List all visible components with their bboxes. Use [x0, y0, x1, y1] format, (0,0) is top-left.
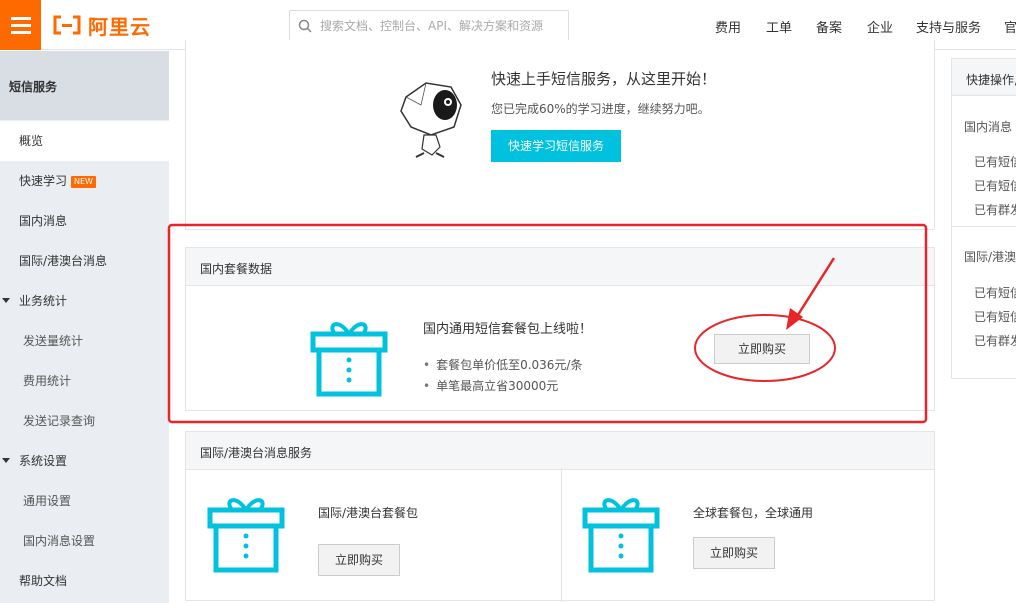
annotation-circle: [694, 314, 836, 382]
annotation-overlay: [167, 223, 928, 424]
annotation-arrow-line: [794, 257, 836, 319]
